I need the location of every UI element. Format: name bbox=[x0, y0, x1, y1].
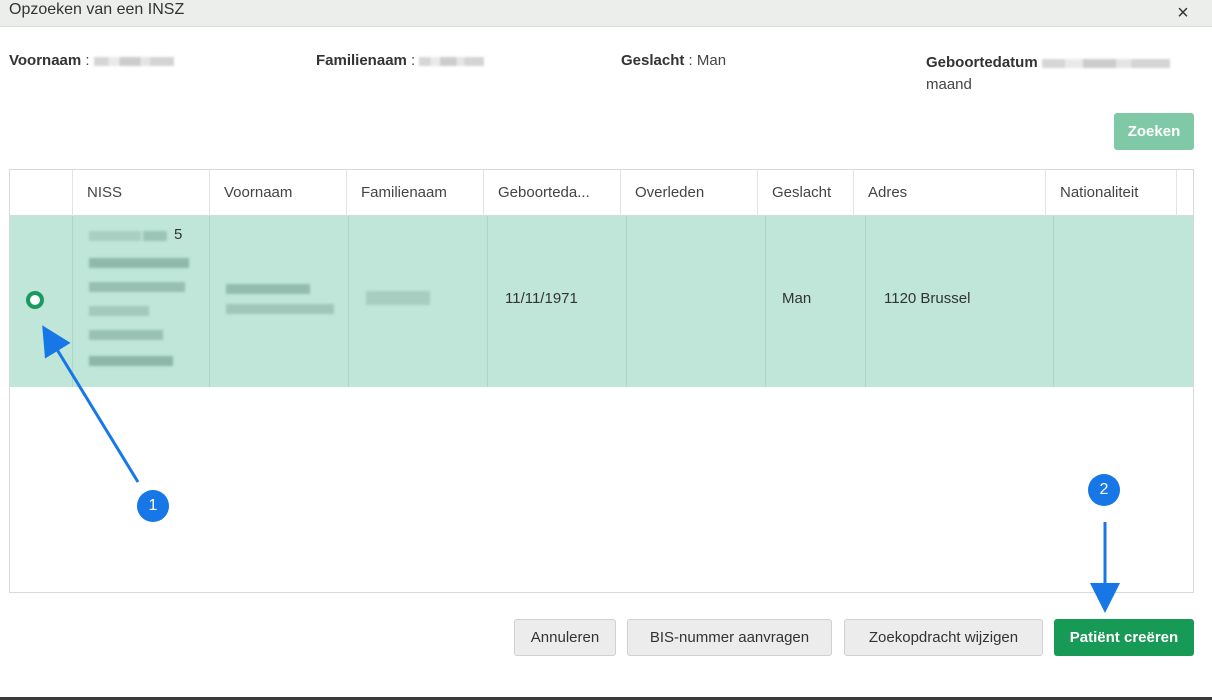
row-niss-cell: 5 bbox=[73, 216, 210, 387]
voornaam-redacted-1 bbox=[226, 284, 310, 294]
row-nationaliteit-cell bbox=[1054, 216, 1193, 387]
col-select-header bbox=[10, 170, 73, 216]
geboortedatum-value-redacted bbox=[1041, 58, 1170, 68]
voornaam-separator: : bbox=[81, 52, 94, 69]
col-nationaliteit-header[interactable]: Nationaliteit bbox=[1046, 170, 1177, 216]
niss-redacted-1 bbox=[89, 231, 141, 241]
col-adres-header[interactable]: Adres bbox=[854, 170, 1046, 216]
geboortedatum-value: 11/11/1971 bbox=[505, 290, 578, 307]
zoekopdracht-wijzigen-button[interactable]: Zoekopdracht wijzigen bbox=[844, 619, 1043, 656]
criteria-geslacht: Geslacht : Man bbox=[621, 52, 726, 69]
niss-redacted-4 bbox=[89, 282, 185, 292]
row-familienaam-cell bbox=[349, 216, 488, 387]
annuleren-button[interactable]: Annuleren bbox=[514, 619, 616, 656]
dialog-titlebar: Opzoeken van een INSZ × bbox=[0, 0, 1212, 27]
niss-redacted-2 bbox=[143, 231, 167, 241]
geslacht-value: Man bbox=[696, 52, 727, 69]
voornaam-redacted-2 bbox=[226, 304, 334, 314]
familienaam-label: Familienaam bbox=[316, 52, 407, 69]
col-niss-header[interactable]: NISS bbox=[73, 170, 210, 216]
row-adres-cell: 1120 Brussel bbox=[866, 216, 1054, 387]
geslacht-separator: : bbox=[684, 52, 697, 69]
patient-creeren-button[interactable]: Patiënt creëren bbox=[1054, 619, 1194, 656]
niss-suffix: 5 bbox=[174, 226, 183, 243]
niss-redacted-5 bbox=[89, 306, 149, 316]
geboortedatum-tail: maand bbox=[926, 76, 972, 93]
voornaam-label: Voornaam bbox=[9, 52, 82, 69]
niss-redacted-6 bbox=[89, 330, 163, 340]
geslacht-label: Geslacht bbox=[621, 52, 685, 69]
row-geboortedatum-cell: 11/11/1971 bbox=[488, 216, 627, 387]
niss-redacted-7 bbox=[89, 356, 173, 366]
col-overleden-header[interactable]: Overleden bbox=[621, 170, 758, 216]
row-overleden-cell bbox=[627, 216, 766, 387]
col-geslacht-header[interactable]: Geslacht bbox=[758, 170, 854, 216]
annotation-badge-2: 2 bbox=[1088, 474, 1120, 506]
zoeken-button[interactable]: Zoeken bbox=[1114, 113, 1194, 150]
annotation-badge-1: 1 bbox=[137, 490, 169, 522]
grid-header: NISS Voornaam Familienaam Geboorteda... … bbox=[10, 170, 1193, 216]
criteria-voornaam: Voornaam : bbox=[9, 52, 174, 69]
col-voornaam-header[interactable]: Voornaam bbox=[210, 170, 347, 216]
results-grid: NISS Voornaam Familienaam Geboorteda... … bbox=[9, 169, 1194, 593]
familienaam-separator: : bbox=[406, 52, 420, 69]
geslacht-row-value: Man bbox=[782, 290, 812, 307]
row-geslacht-cell: Man bbox=[766, 216, 866, 387]
close-icon[interactable]: × bbox=[1172, 0, 1194, 26]
dialog-title: Opzoeken van een INSZ bbox=[9, 1, 185, 18]
geboortedatum-label: Geboortedatum bbox=[926, 54, 1038, 71]
col-geboortedatum-header[interactable]: Geboorteda... bbox=[484, 170, 621, 216]
familienaam-redacted bbox=[366, 291, 430, 305]
voornaam-value-redacted bbox=[93, 56, 174, 66]
criteria-geboortedatum: Geboortedatum maand bbox=[926, 52, 1192, 96]
table-row[interactable]: 5 11/11/1971 Man 1120 Brussel bbox=[10, 216, 1193, 387]
row-select-cell[interactable] bbox=[10, 216, 73, 387]
row-radio-button[interactable] bbox=[26, 291, 44, 309]
row-voornaam-cell bbox=[210, 216, 349, 387]
niss-redacted-3 bbox=[89, 258, 189, 268]
adres-value: 1120 Brussel bbox=[884, 290, 971, 307]
criteria-familienaam: Familienaam : bbox=[316, 52, 485, 69]
bis-nummer-button[interactable]: BIS-nummer aanvragen bbox=[627, 619, 832, 656]
col-familienaam-header[interactable]: Familienaam bbox=[347, 170, 484, 216]
familienaam-value-redacted bbox=[419, 56, 485, 66]
